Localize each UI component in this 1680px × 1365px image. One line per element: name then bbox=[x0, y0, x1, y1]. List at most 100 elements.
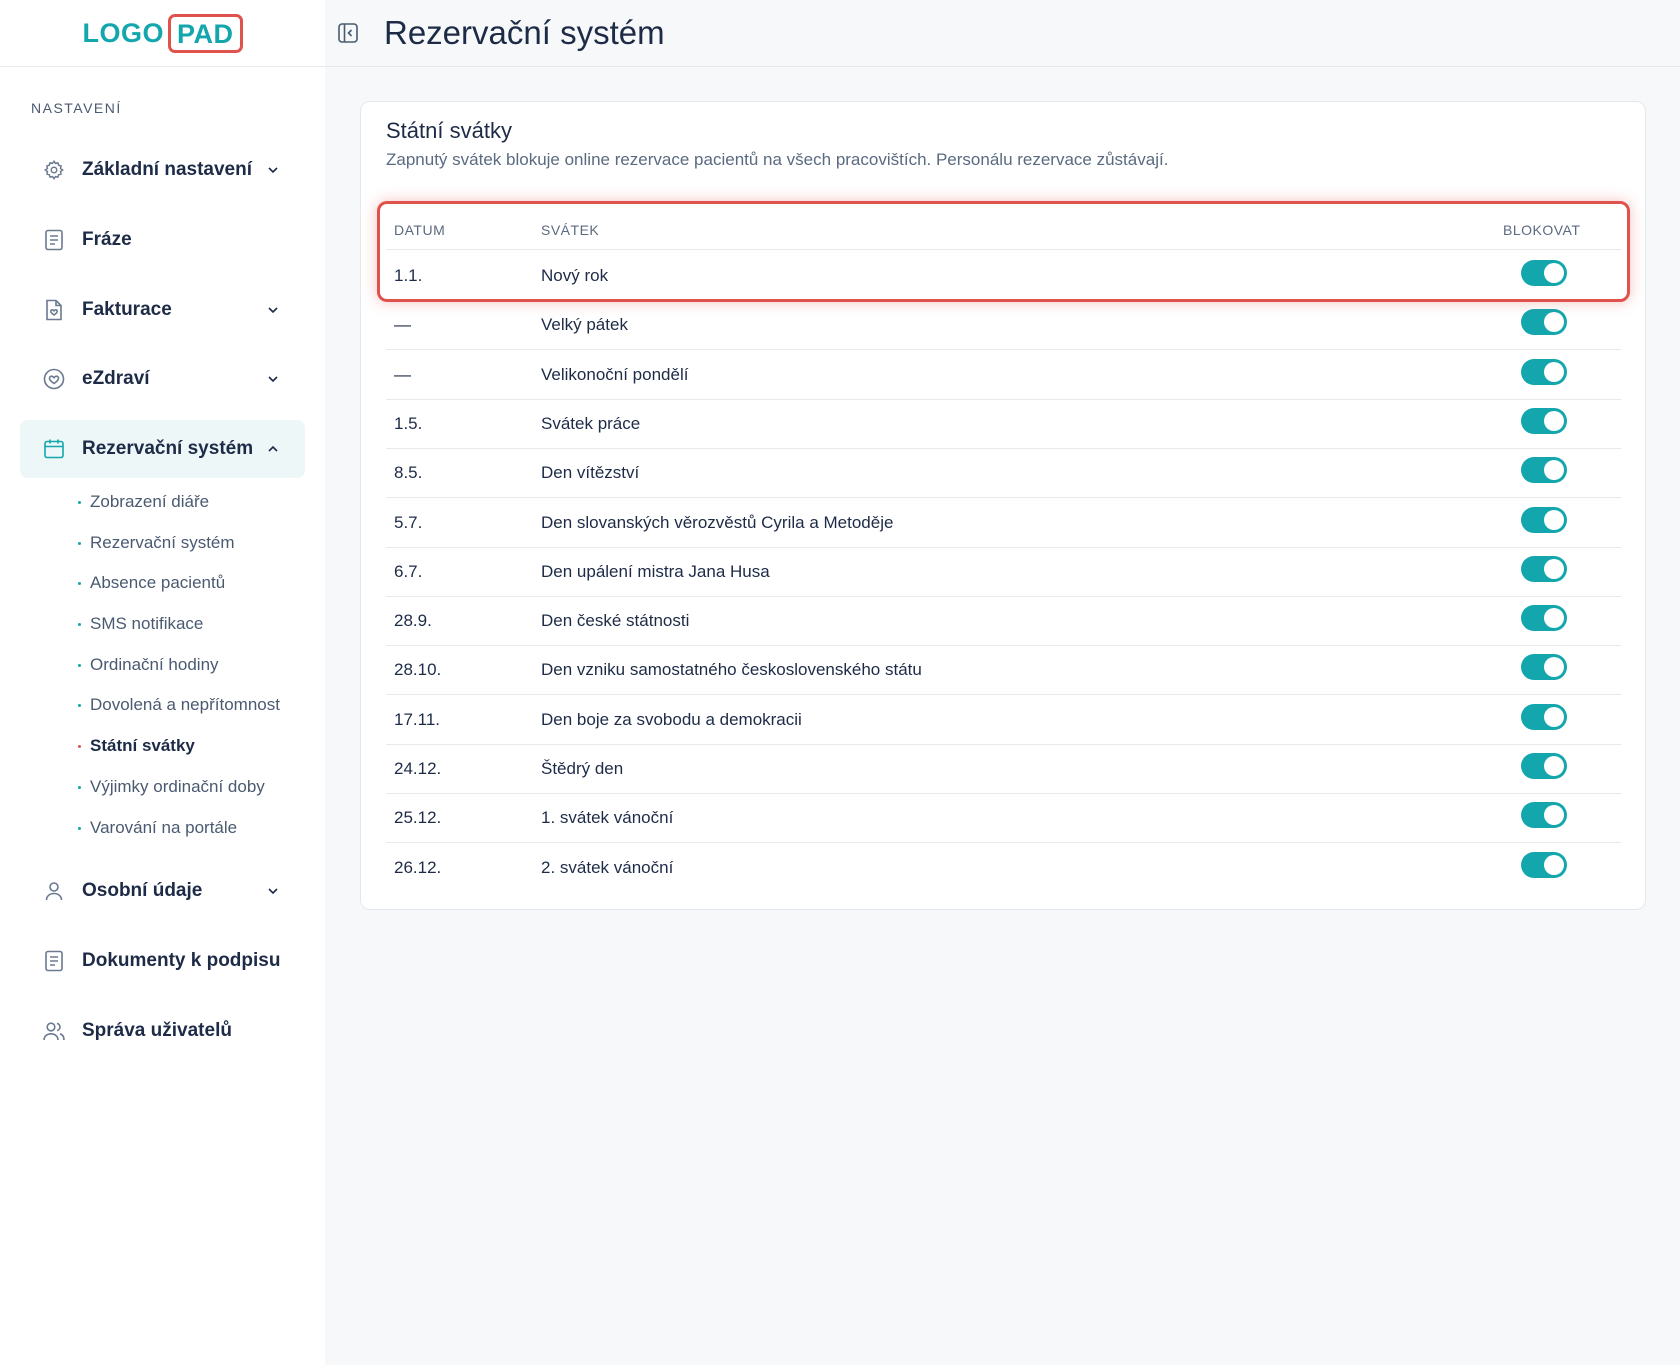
toggle-knob bbox=[1544, 608, 1564, 629]
holiday-date: 5.7. bbox=[394, 512, 423, 532]
sidebar-subitem-sms-notifications[interactable]: SMS notifikace bbox=[78, 609, 203, 639]
block-toggle[interactable] bbox=[1521, 654, 1567, 681]
sidebar-subitem-label: Absence pacientů bbox=[90, 573, 226, 592]
table-row: 1.1. Nový rok bbox=[386, 252, 1621, 301]
sidebar-item-label: Správa uživatelů bbox=[82, 1020, 232, 1041]
table-row: 25.12. 1. svátek vánoční bbox=[386, 794, 1621, 844]
sidebar-subitem-portal-warnings[interactable]: Varování na portále bbox=[78, 813, 237, 843]
document-icon bbox=[42, 949, 66, 973]
logo[interactable]: LOGO PAD bbox=[82, 13, 243, 53]
public-holidays-card: Státní svátky Zapnutý svátek blokuje onl… bbox=[360, 101, 1646, 910]
block-toggle[interactable] bbox=[1521, 851, 1567, 878]
sidebar-item-ezdravi[interactable]: eZdraví bbox=[20, 350, 305, 408]
block-toggle[interactable] bbox=[1521, 457, 1567, 484]
block-toggle[interactable] bbox=[1521, 506, 1567, 533]
table-row: 28.9. Den české státnosti bbox=[386, 597, 1621, 647]
sidebar-subitem-diary-view[interactable]: Zobrazení diáře bbox=[78, 487, 209, 517]
card-title: Státní svátky bbox=[386, 118, 512, 143]
sidebar-item-label: Dokumenty k podpisu bbox=[82, 950, 281, 971]
sidebar-item-basic-settings[interactable]: Základní nastavení bbox=[20, 141, 305, 199]
holiday-date: 6.7. bbox=[394, 561, 423, 581]
sidebar-subitem-office-hours[interactable]: Ordinační hodiny bbox=[78, 650, 219, 680]
sidebar-subitem-label: Státní svátky bbox=[90, 736, 195, 755]
sidebar-item-user-management[interactable]: Správa uživatelů bbox=[20, 1002, 305, 1060]
top-bar: Rezervační systém bbox=[325, 0, 1680, 67]
toggle-knob bbox=[1544, 312, 1564, 333]
block-toggle[interactable] bbox=[1521, 309, 1567, 336]
table-row: 1.5. Svátek práce bbox=[386, 400, 1621, 449]
chevron-down-icon bbox=[263, 160, 283, 180]
holiday-date: 1.1. bbox=[394, 266, 423, 285]
sidebar-subitem-label: SMS notifikace bbox=[90, 614, 204, 633]
block-toggle[interactable] bbox=[1521, 358, 1567, 385]
holiday-date: 24.12. bbox=[394, 759, 442, 778]
sidebar-collapse-icon[interactable] bbox=[336, 21, 360, 45]
sidebar-item-documents-to-sign[interactable]: Dokumenty k podpisu bbox=[20, 932, 305, 990]
block-toggle[interactable] bbox=[1521, 703, 1567, 730]
holiday-date: 28.10. bbox=[394, 660, 442, 680]
sidebar-item-label: Základní nastavení bbox=[82, 159, 253, 180]
users-icon bbox=[42, 1019, 66, 1043]
sidebar-subitem-hours-exceptions[interactable]: Výjimky ordinační doby bbox=[78, 772, 265, 802]
sidebar-item-label: Osobní údaje bbox=[82, 880, 203, 901]
holiday-name: Štědrý den bbox=[541, 759, 624, 778]
sidebar-subitem-patient-absence[interactable]: Absence pacientů bbox=[78, 568, 225, 598]
page-title: Rezervační systém bbox=[384, 14, 665, 51]
toggle-knob bbox=[1544, 657, 1564, 678]
sidebar-subitem-public-holidays[interactable]: Státní svátky bbox=[78, 731, 195, 761]
sidebar-item-personal-data[interactable]: Osobní údaje bbox=[20, 862, 305, 920]
sidebar-subitem-reservation-system[interactable]: Rezervační systém bbox=[78, 528, 235, 558]
calendar-icon bbox=[42, 437, 66, 461]
toggle-knob bbox=[1544, 854, 1564, 875]
holiday-name: Den boje za svobodu a demokracii bbox=[541, 709, 802, 729]
table-row: 8.5. Den vítězství bbox=[386, 449, 1621, 499]
holiday-date: 8.5. bbox=[394, 463, 423, 483]
block-toggle[interactable] bbox=[1521, 753, 1567, 779]
column-header-holiday: SVÁTEK bbox=[541, 222, 600, 238]
table-row: 26.12. 2. svátek vánoční bbox=[386, 844, 1621, 893]
holiday-name: 1. svátek vánoční bbox=[541, 808, 674, 828]
sidebar-subitem-label: Zobrazení diáře bbox=[90, 492, 210, 511]
sidebar-subitem-label: Výjimky ordinační doby bbox=[90, 777, 265, 796]
sidebar-item-phrases[interactable]: Fráze bbox=[20, 211, 305, 269]
toggle-knob bbox=[1544, 558, 1564, 579]
block-toggle[interactable] bbox=[1521, 260, 1567, 286]
toggle-knob bbox=[1544, 460, 1564, 481]
table-row: 5.7. Den slovanských věrozvěstů Cyrila a … bbox=[386, 499, 1621, 548]
sidebar-subitem-vacation[interactable]: Dovolená a nepřítomnost bbox=[78, 690, 280, 720]
toggle-knob bbox=[1544, 410, 1564, 431]
holiday-date: 28.9. bbox=[394, 611, 432, 631]
sidebar-item-invoicing[interactable]: Fakturace bbox=[20, 281, 305, 339]
holiday-date: — bbox=[394, 315, 411, 335]
toggle-knob bbox=[1544, 263, 1564, 283]
toggle-knob bbox=[1544, 706, 1564, 727]
chevron-down-icon bbox=[263, 881, 283, 901]
block-toggle[interactable] bbox=[1521, 605, 1567, 632]
block-toggle[interactable] bbox=[1521, 802, 1567, 829]
sidebar: LOGO PAD NASTAVENÍ Základní nastavení Fr… bbox=[0, 0, 325, 1365]
user-icon bbox=[42, 879, 66, 903]
block-toggle[interactable] bbox=[1521, 407, 1567, 434]
holiday-name: Den české státnosti bbox=[541, 611, 690, 631]
holiday-date: 26.12. bbox=[394, 857, 442, 877]
bullet-dot bbox=[78, 622, 81, 626]
block-toggle[interactable] bbox=[1521, 555, 1567, 582]
invoice-icon bbox=[42, 298, 66, 322]
toggle-knob bbox=[1544, 756, 1564, 776]
holiday-name: Velikonoční pondělí bbox=[541, 364, 689, 384]
column-header-block: BLOKOVAT bbox=[1503, 222, 1581, 238]
toggle-knob bbox=[1544, 361, 1564, 382]
logo-text-right: PAD bbox=[167, 13, 243, 53]
sidebar-subitem-label: Dovolená a nepřítomnost bbox=[90, 695, 280, 714]
holiday-name: Den upálení mistra Jana Husa bbox=[541, 561, 770, 581]
sidebar-item-reservation-system[interactable]: Rezervační systém bbox=[20, 420, 305, 478]
sidebar-subitem-label: Varování na portále bbox=[90, 818, 238, 837]
holiday-date: 25.12. bbox=[394, 808, 442, 828]
holiday-name: Svátek práce bbox=[541, 413, 641, 433]
document-icon bbox=[42, 228, 66, 252]
holiday-name: Nový rok bbox=[541, 266, 609, 285]
table-row: — Velikonoční pondělí bbox=[386, 351, 1621, 400]
heart-icon bbox=[42, 367, 66, 391]
toggle-knob bbox=[1544, 509, 1564, 530]
sidebar-item-label: eZdraví bbox=[82, 368, 150, 389]
